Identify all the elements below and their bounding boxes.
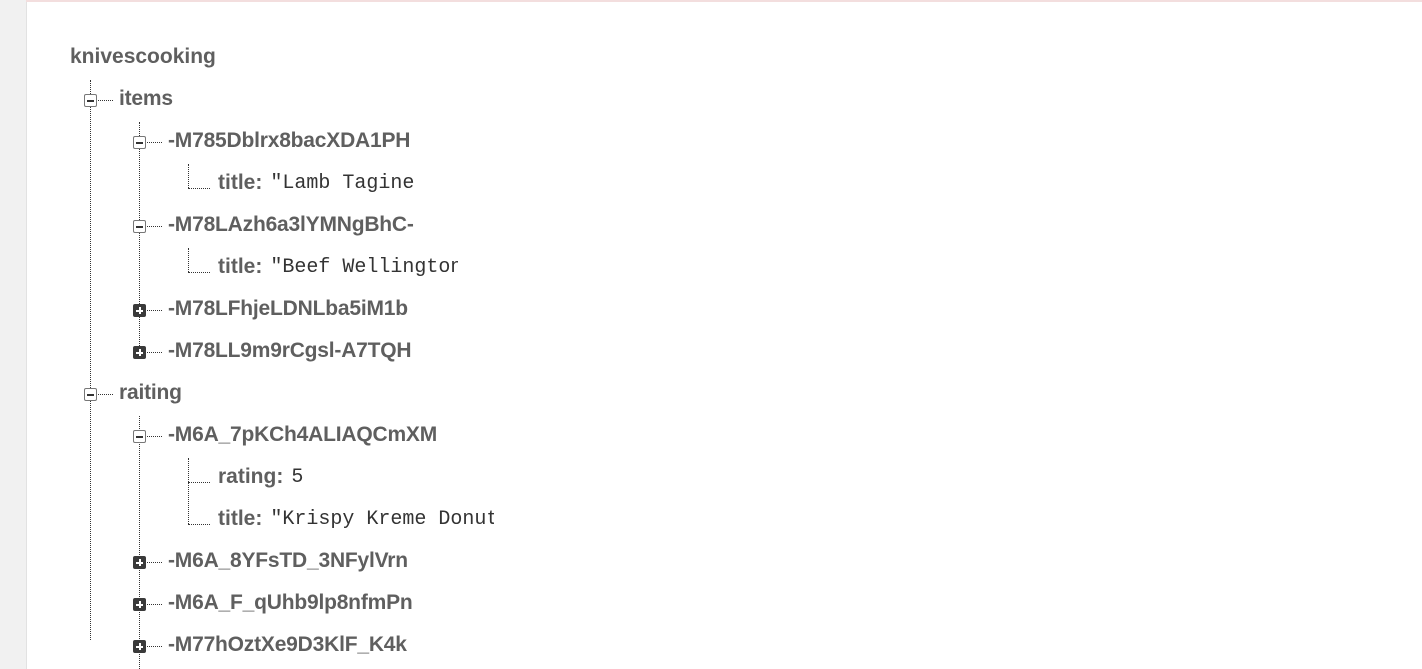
tree-connector xyxy=(188,482,210,483)
tree-connector xyxy=(188,458,189,524)
collapse-icon[interactable] xyxy=(133,136,146,149)
expand-icon[interactable] xyxy=(133,640,146,653)
tree-connector xyxy=(139,122,140,354)
expand-icon[interactable] xyxy=(133,304,146,317)
leaf-key-label: title: xyxy=(218,507,263,530)
tree-connector xyxy=(98,100,113,101)
leaf-value: "Krispy Kreme Donuts xyxy=(270,507,495,531)
node-key-label: -M78LAzh6a3lYMNgBhC- xyxy=(168,213,414,236)
tree-connector xyxy=(147,646,162,647)
tree-connector xyxy=(147,142,162,143)
collapse-icon[interactable] xyxy=(84,94,97,107)
tree-node-item[interactable]: -M77hOztXe9D3KlF_K4k xyxy=(168,633,407,657)
leaf-key-label: title: xyxy=(218,255,263,278)
tree-connector xyxy=(90,80,91,640)
tree-node-item[interactable]: -M6A_8YFsTD_3NFylVrn xyxy=(168,549,408,573)
tree-leaf-title[interactable]: title: "Beef Wellington xyxy=(218,255,458,279)
node-key-label: items xyxy=(119,87,173,110)
tree-connector xyxy=(147,310,162,311)
tree-leaf-title[interactable]: title: "Lamb Tagine xyxy=(218,171,422,195)
tree-connector xyxy=(147,604,162,605)
tree-connector xyxy=(147,436,162,437)
tree-connector xyxy=(188,248,189,272)
node-key-label: -M78LL9m9rCgsl-A7TQH xyxy=(168,339,412,362)
node-key-label: -M6A_7pKCh4ALIAQCmXM xyxy=(168,423,438,446)
expand-icon[interactable] xyxy=(133,556,146,569)
tree-connector xyxy=(188,188,210,189)
leaf-value: 5 xyxy=(291,465,304,489)
tree-connector xyxy=(98,394,113,395)
expand-icon[interactable] xyxy=(133,598,146,611)
tree-node-raiting[interactable]: raiting xyxy=(119,381,182,405)
tree-node-item[interactable]: -M6A_7pKCh4ALIAQCmXM xyxy=(168,423,437,447)
tree-connector xyxy=(139,416,140,669)
collapse-icon[interactable] xyxy=(133,220,146,233)
tree-node-item[interactable]: -M785Dblrx8bacXDA1PH xyxy=(168,129,410,153)
tree-node-items[interactable]: items xyxy=(119,87,173,111)
node-key-label: -M78LFhjeLDNLba5iM1b xyxy=(168,297,408,320)
leaf-value: "Beef Wellington xyxy=(270,255,459,279)
collapse-icon[interactable] xyxy=(133,430,146,443)
tree-connector xyxy=(188,164,189,188)
node-key-label: -M77hOztXe9D3KlF_K4k xyxy=(168,633,407,656)
tree-connector xyxy=(188,272,210,273)
expand-icon[interactable] xyxy=(133,346,146,359)
tree-node-item[interactable]: -M6A_F_qUhb9lp8nfmPn xyxy=(168,591,413,615)
leaf-key-label: title: xyxy=(218,171,263,194)
tree-connector xyxy=(147,562,162,563)
tree-node-item[interactable]: -M78LAzh6a3lYMNgBhC- xyxy=(168,213,414,237)
tree-leaf-title[interactable]: title: "Krispy Kreme Donuts xyxy=(218,507,494,531)
tree-connector xyxy=(147,352,162,353)
node-key-label: -M6A_8YFsTD_3NFylVrn xyxy=(168,549,408,572)
panel-top-border xyxy=(26,0,1422,2)
node-key-label: -M785Dblrx8bacXDA1PH xyxy=(168,129,411,152)
leaf-value: "Lamb Tagine xyxy=(270,171,415,195)
tree-root[interactable]: knivescooking xyxy=(70,45,216,69)
tree-connector xyxy=(188,524,210,525)
tree-node-item[interactable]: -M78LL9m9rCgsl-A7TQH xyxy=(168,339,412,363)
node-key-label: raiting xyxy=(119,381,182,404)
node-key-label: -M6A_F_qUhb9lp8nfmPn xyxy=(168,591,413,614)
leaf-key-label: rating: xyxy=(218,465,284,488)
tree-leaf-rating[interactable]: rating: 5 xyxy=(218,465,303,489)
collapse-icon[interactable] xyxy=(84,388,97,401)
tree-node-item[interactable]: -M78LFhjeLDNLba5iM1b xyxy=(168,297,408,321)
root-key-label: knivescooking xyxy=(70,45,216,68)
tree-connector xyxy=(147,226,162,227)
